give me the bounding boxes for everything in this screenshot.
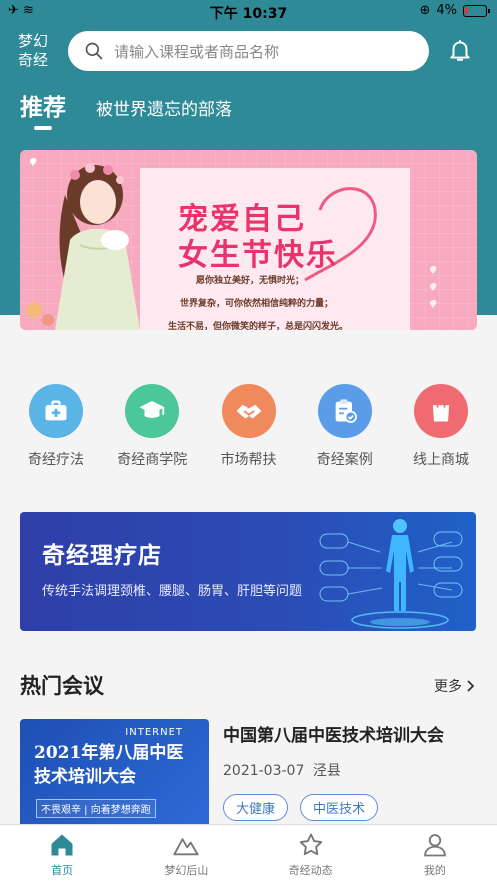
search-icon [85, 42, 103, 60]
handshake-icon [221, 384, 276, 438]
tabbar-home[interactable]: 首页 [0, 825, 124, 883]
grid-item-cases[interactable]: 奇经案例 [305, 384, 385, 469]
thumbnail-slogan: 不畏艰辛 | 向着梦想奔跑 [36, 799, 156, 818]
promo-banner[interactable]: 宠爱自己 女生节快乐 愿你独立美好，无惧时光； 世界复杂，可你依然相信纯粹的力量… [20, 150, 477, 330]
user-icon [424, 834, 446, 857]
search-placeholder: 请输入课程或者商品名称 [114, 42, 280, 61]
bottom-tab-bar: 首页 梦幻后山 奇经动态 我的 [0, 824, 497, 883]
brand-logo-text: 梦幻奇经 [18, 32, 49, 69]
tabbar-label: 梦幻后山 [164, 864, 209, 877]
graduation-cap-icon [125, 384, 180, 438]
battery-percent: 4% [436, 3, 457, 18]
grid-item-mall[interactable]: 线上商城 [401, 384, 481, 469]
meeting-meta: 2021-03-07 泾县 [223, 760, 341, 780]
thumbnail-label-top: INTERNET [125, 727, 183, 738]
orientation-lock-icon: ⊕ [419, 3, 431, 18]
grid-label: 市场帮扶 [220, 452, 277, 468]
promo-title: 奇经理疗店 [42, 543, 162, 569]
promo-subtitle: 传统手法调理颈椎、腰腿、肠胃、肝胆等问题 [42, 584, 303, 599]
grid-label: 奇经案例 [316, 452, 373, 468]
tabbar-mountain[interactable]: 梦幻后山 [124, 825, 248, 883]
tabbar-label: 我的 [423, 864, 446, 877]
home-icon [51, 834, 73, 856]
banner-line-2: 世界复杂，可你依然相信纯粹的力量； [180, 299, 334, 309]
first-aid-icon [29, 384, 83, 438]
star-icon [299, 833, 322, 856]
grid-item-business-school[interactable]: 奇经商学院 [112, 384, 192, 469]
meeting-thumbnail[interactable]: INTERNET 2021年第八届中医技术培训大会 不畏艰辛 | 向着梦想奔跑 [20, 719, 209, 825]
tab-tribe[interactable]: 被世界遗忘的部落 [96, 95, 232, 122]
tabbar-news[interactable]: 奇经动态 [249, 825, 373, 883]
clipboard-check-icon [317, 384, 372, 438]
meeting-date: 2021-03-07 [223, 763, 305, 779]
tag-tcm[interactable]: 中医技术 [300, 794, 379, 821]
bell-icon[interactable] [447, 37, 473, 63]
meeting-title[interactable]: 中国第八届中医技术培训大会 [223, 721, 444, 746]
banner-title-2: 女生节快乐 [178, 238, 338, 273]
quick-entry-grid: 奇经疗法 奇经商学院 市场帮扶 奇经案例 线上商城 [0, 384, 497, 469]
status-right: ⊕ 4% [419, 3, 490, 18]
more-label: 更多 [434, 679, 462, 695]
tab-recommend[interactable]: 推荐 [20, 88, 66, 130]
chevron-right-icon [467, 680, 475, 692]
meeting-tags: 大健康 中医技术 [223, 794, 379, 821]
tabbar-mine[interactable]: 我的 [373, 825, 497, 883]
grid-item-market-support[interactable]: 市场帮扶 [209, 384, 289, 469]
therapy-store-banner[interactable]: 奇经理疗店 传统手法调理颈椎、腰腿、肠胃、肝胆等问题 [20, 512, 476, 631]
status-bar: ✈ ︎≋ 下午 10:37 ⊕ 4% [0, 0, 497, 24]
banner-line-1: 愿你独立美好，无惧时光； [196, 276, 305, 286]
mountain-icon [173, 838, 199, 856]
tabbar-label: 首页 [51, 864, 74, 877]
search-input[interactable]: 请输入课程或者商品名称 [68, 31, 429, 71]
grid-item-therapy[interactable]: 奇经疗法 [16, 384, 96, 469]
banner-line-3: 生活不易，但你微笑的样子，总是闪闪发光。 [168, 322, 349, 330]
top-tabs: 推荐 被世界遗忘的部落 [20, 88, 232, 130]
section-title-hot-meetings: 热门会议 [20, 674, 104, 698]
grid-label: 线上商城 [413, 452, 469, 468]
thumbnail-title: 2021年第八届中医技术培训大会 [34, 743, 184, 787]
body-figure-illustration [319, 519, 463, 629]
tag-health[interactable]: 大健康 [223, 794, 289, 821]
more-link[interactable]: 更多 [434, 676, 476, 696]
battery-icon [463, 4, 490, 17]
grid-label: 奇经疗法 [28, 452, 84, 468]
tabbar-label: 奇经动态 [288, 864, 333, 877]
shopping-bag-icon [414, 384, 468, 438]
meeting-location: 泾县 [312, 763, 341, 779]
grid-label: 奇经商学院 [117, 452, 188, 468]
